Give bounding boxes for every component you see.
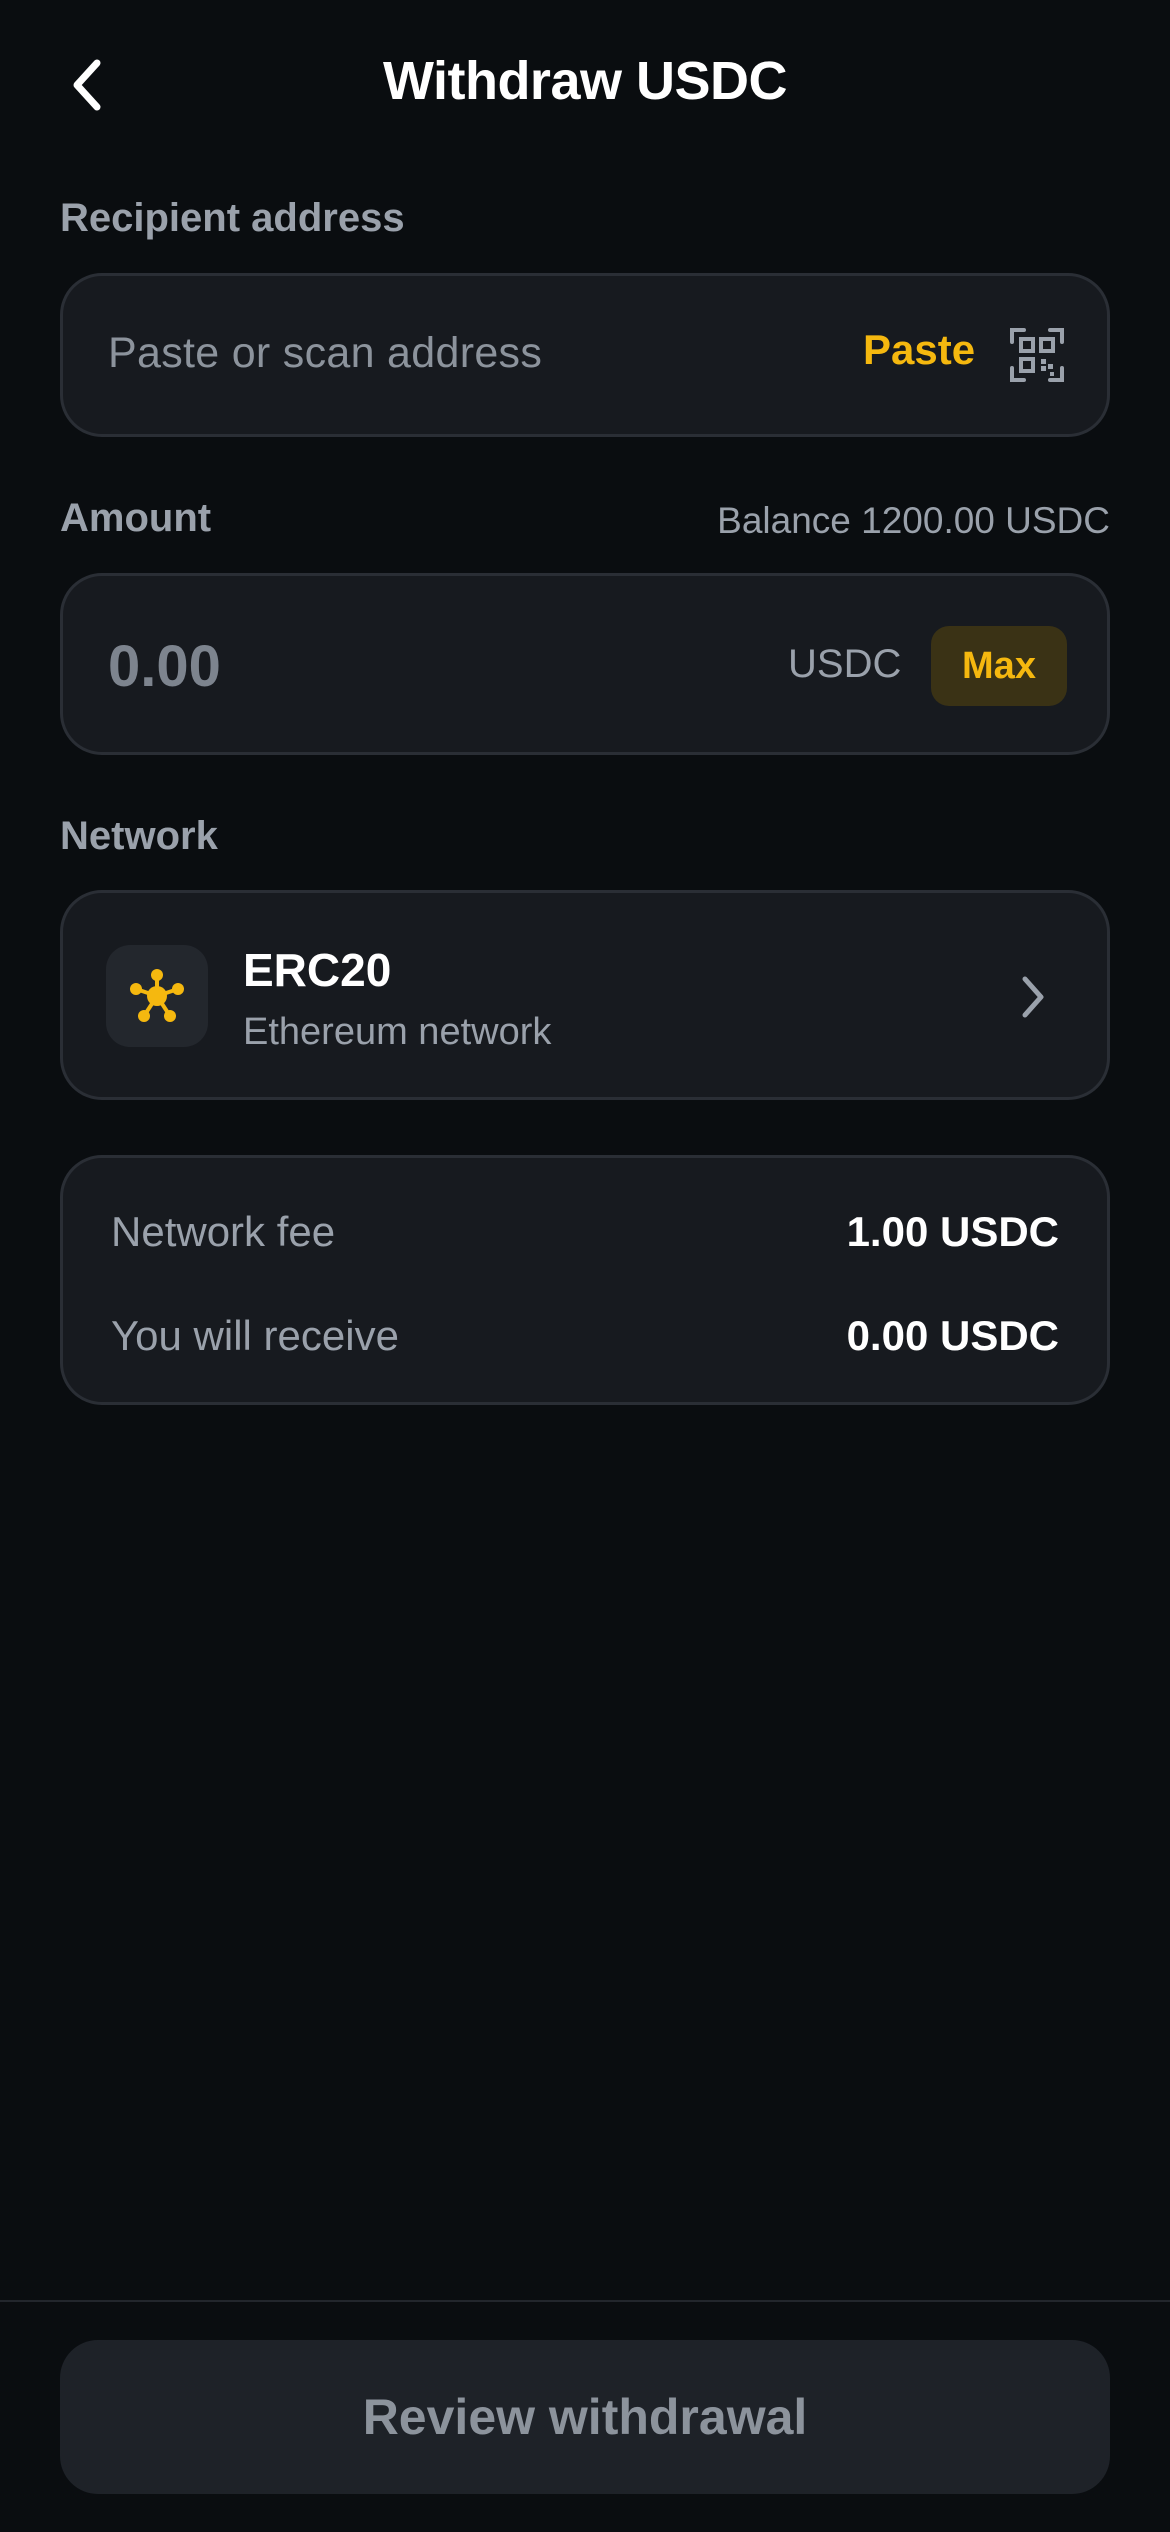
bottom-divider	[0, 2300, 1170, 2302]
receive-row: You will receive 0.00 USDC	[111, 1312, 1059, 1360]
max-button[interactable]: Max	[931, 626, 1067, 706]
amount-input-field[interactable]: 0.00 USDC Max	[60, 573, 1110, 755]
amount-value: 0.00	[108, 634, 221, 699]
network-description: Ethereum network	[243, 1011, 552, 1053]
qr-scan-icon	[1010, 328, 1064, 382]
chevron-right-icon	[1022, 976, 1044, 1018]
withdraw-screen: Withdraw USDC Recipient address Paste or…	[0, 0, 1170, 2532]
network-label: Network	[60, 814, 218, 858]
receive-label: You will receive	[111, 1312, 399, 1359]
network-node-icon	[130, 969, 184, 1022]
network-name: ERC20	[243, 944, 392, 996]
network-selector[interactable]: ERC20 Ethereum network	[60, 890, 1110, 1100]
balance-text: Balance 1200.00 USDC	[717, 500, 1110, 541]
fee-summary-card: Network fee 1.00 USDC You will receive 0…	[60, 1155, 1110, 1405]
page-title: Withdraw USDC	[382, 51, 788, 111]
network-fee-row: Network fee 1.00 USDC	[111, 1208, 1059, 1256]
address-input-field[interactable]: Paste or scan address Paste	[60, 273, 1110, 437]
qr-scan-button[interactable]	[1010, 328, 1064, 382]
amount-label: Amount	[60, 496, 212, 540]
network-icon-box	[106, 945, 208, 1047]
recipient-label: Recipient address	[60, 196, 405, 240]
network-fee-value: 1.00 USDC	[846, 1208, 1059, 1255]
currency-unit: USDC	[788, 642, 902, 686]
address-placeholder: Paste or scan address	[108, 329, 543, 377]
network-fee-label: Network fee	[111, 1208, 336, 1255]
review-withdrawal-button[interactable]: Review withdrawal	[60, 2340, 1110, 2494]
paste-button[interactable]: Paste	[863, 326, 975, 374]
receive-value: 0.00 USDC	[846, 1312, 1059, 1359]
header: Withdraw USDC	[0, 0, 1170, 170]
